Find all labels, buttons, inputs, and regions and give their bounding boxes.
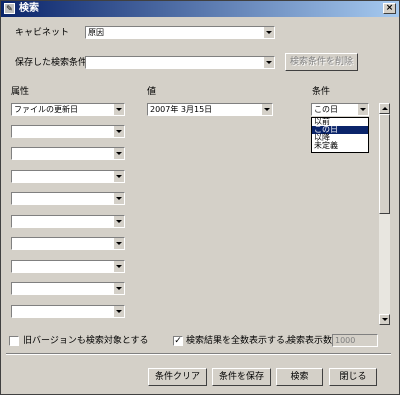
condition-header: 条件 [312, 87, 331, 97]
save-criteria-button[interactable]: 条件を保存 [212, 368, 271, 386]
search-button[interactable]: 検索 [276, 368, 323, 386]
display-count-input[interactable]: 1000 [332, 334, 378, 347]
attribute-select[interactable]: ファイルの更新日 [11, 103, 125, 116]
chevron-down-icon[interactable] [261, 104, 272, 115]
chevron-down-icon[interactable] [357, 104, 368, 115]
separator [6, 353, 391, 355]
scroll-thumb[interactable] [379, 114, 390, 214]
old-version-checkbox[interactable] [9, 336, 19, 346]
cabinet-value: 原因 [88, 28, 104, 37]
show-all-label: 検索結果を全数表示する。 [186, 336, 295, 346]
display-count-value: 1000 [335, 336, 356, 345]
attribute-select[interactable] [11, 260, 125, 273]
chevron-down-icon[interactable] [113, 238, 124, 249]
check-icon: ✓ [174, 336, 182, 346]
cabinet-label: キャビネット [15, 28, 70, 38]
saved-criteria-label: 保存した検索条件 [15, 58, 88, 68]
cabinet-select[interactable]: 原因 [85, 26, 275, 39]
show-all-checkbox[interactable]: ✓ [173, 336, 183, 346]
close-button[interactable]: 閉じる [329, 368, 377, 386]
chevron-down-icon[interactable] [113, 216, 124, 227]
attribute-select[interactable] [11, 170, 125, 183]
attribute-value: ファイルの更新日 [14, 105, 78, 114]
condition-option[interactable]: 未定義 [312, 142, 368, 150]
date-value-select[interactable]: 2007年 3月15日 [147, 103, 273, 116]
clear-criteria-button[interactable]: 条件クリア [148, 368, 207, 386]
chevron-down-icon[interactable] [113, 306, 124, 317]
window-title: 検索 [19, 3, 39, 14]
scroll-down-icon[interactable] [379, 314, 390, 325]
chevron-down-icon[interactable] [113, 126, 124, 137]
chevron-down-icon[interactable] [263, 57, 274, 68]
scroll-up-icon[interactable] [379, 103, 390, 114]
chevron-down-icon[interactable] [113, 148, 124, 159]
vertical-scrollbar[interactable] [379, 103, 390, 325]
attribute-select[interactable] [11, 147, 125, 160]
saved-criteria-select[interactable] [85, 56, 275, 69]
attribute-select[interactable] [11, 305, 125, 318]
chevron-down-icon[interactable] [113, 283, 124, 294]
close-icon[interactable]: × [386, 3, 394, 13]
attribute-select[interactable] [11, 125, 125, 138]
close-window-button[interactable]: × [383, 3, 396, 14]
app-icon: ✎ [4, 3, 15, 14]
chevron-down-icon[interactable] [263, 27, 274, 38]
chevron-down-icon[interactable] [113, 193, 124, 204]
delete-criteria-button[interactable]: 検索条件を削除 [285, 53, 358, 71]
attribute-select[interactable] [11, 282, 125, 295]
value-header: 値 [147, 87, 157, 97]
attribute-header: 属性 [11, 87, 30, 97]
condition-value: この日 [314, 105, 338, 114]
condition-select[interactable]: この日 [311, 103, 369, 116]
attribute-select[interactable] [11, 215, 125, 228]
condition-dropdown-list: 以前 この日 以降 未定義 [311, 117, 369, 153]
attribute-select[interactable] [11, 237, 125, 250]
chevron-down-icon[interactable] [113, 171, 124, 182]
title-bar: ✎ 検索 × [1, 1, 399, 17]
display-count-label: 検索表示数 [287, 336, 333, 346]
date-value: 2007年 3月15日 [150, 105, 213, 114]
old-version-label: 旧バージョンも検索対象とする [23, 336, 149, 346]
search-dialog: ✎ 検索 × キャビネット 原因 保存した検索条件 検索条件を削除 属性 値 条… [0, 0, 400, 395]
chevron-down-icon[interactable] [113, 104, 124, 115]
chevron-down-icon[interactable] [113, 261, 124, 272]
attribute-select[interactable] [11, 192, 125, 205]
